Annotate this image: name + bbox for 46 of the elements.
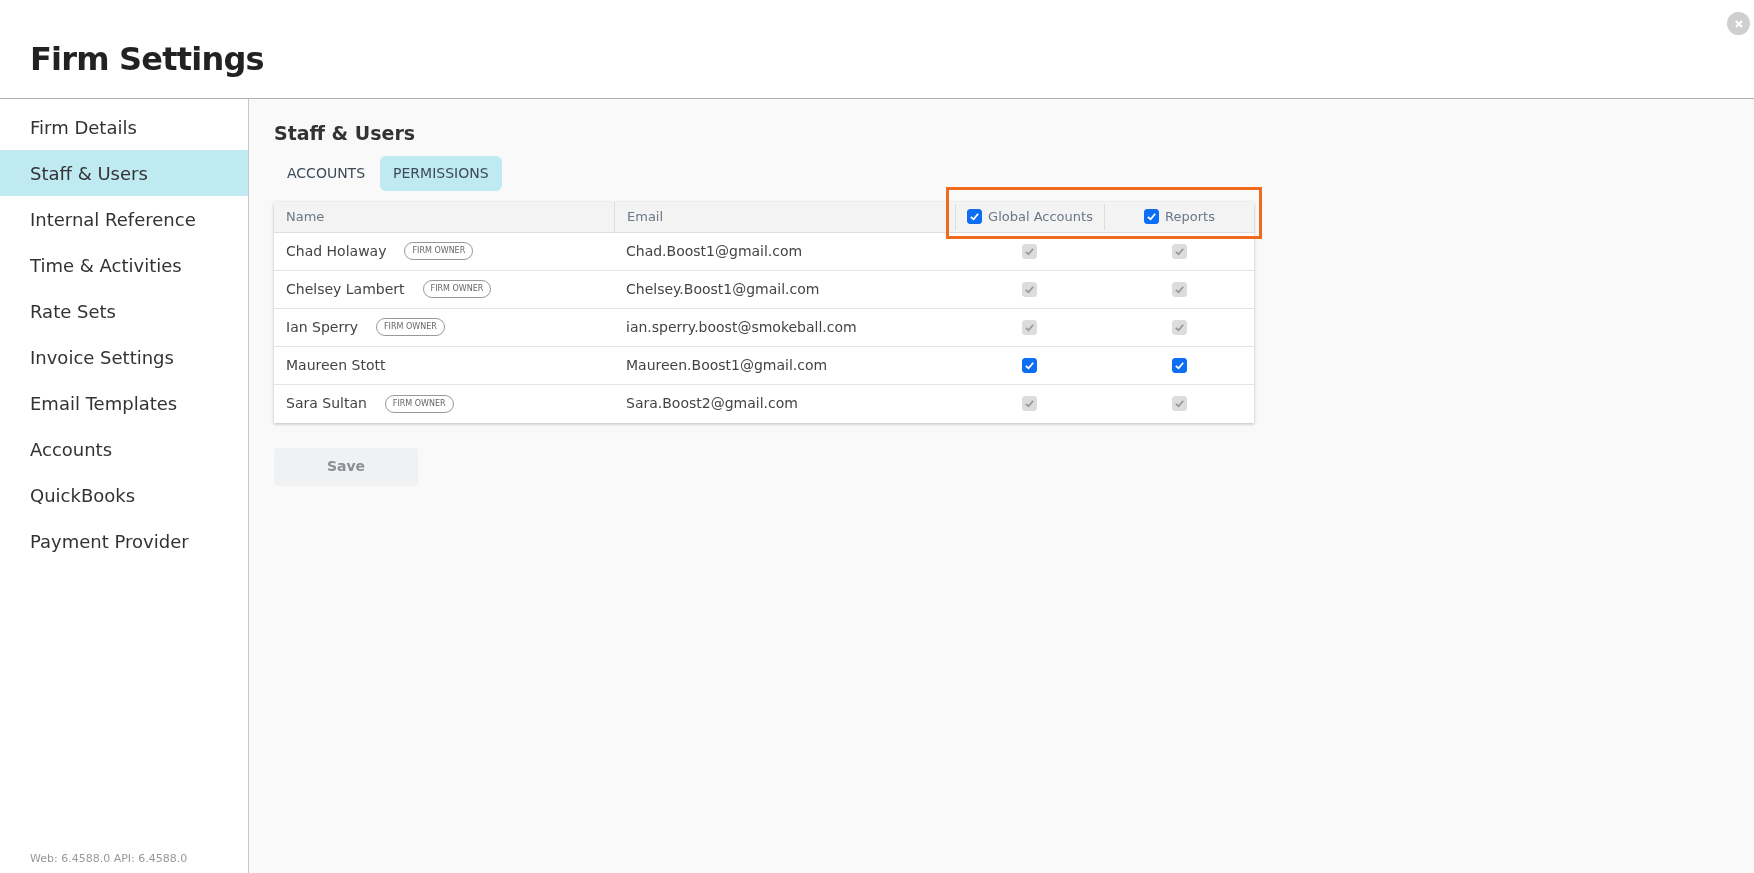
check-icon — [1024, 321, 1035, 333]
table-cell: Chad.Boost1@gmail.com — [626, 242, 803, 259]
check-icon — [1173, 283, 1185, 295]
checkbox[interactable] — [1144, 209, 1160, 224]
sidebar-item[interactable]: Accounts — [0, 426, 248, 472]
column-header: Global Accounts — [988, 207, 1093, 226]
check-icon — [1024, 245, 1035, 257]
check-icon — [1146, 211, 1158, 222]
table-cell: ian.sperry.boost@smokeball.com — [626, 318, 857, 335]
sidebar-item[interactable]: Staff & Users — [0, 150, 248, 196]
table-cell: Chelsey.Boost1@gmail.com — [626, 280, 820, 297]
check-icon — [1024, 283, 1035, 295]
check-icon — [1173, 398, 1185, 409]
sidebar-item[interactable]: Firm Details — [0, 104, 248, 150]
check-icon — [1173, 359, 1185, 371]
version-text: Web: 6.4588.0 API: 6.4588.0 — [29, 850, 189, 867]
tab[interactable]: ACCOUNTS — [274, 155, 379, 191]
window-title: Firm Settings — [30, 39, 264, 80]
table-cell: Maureen.Boost1@gmail.com — [626, 356, 828, 373]
check-icon — [1173, 245, 1185, 257]
check-icon — [1024, 398, 1035, 409]
sidebar-item[interactable]: Time & Activities — [0, 242, 248, 288]
checkbox[interactable] — [967, 209, 983, 224]
table-cell-text: Sara Sultan — [286, 394, 367, 413]
check-icon — [1173, 321, 1185, 333]
tab[interactable]: PERMISSIONS — [380, 155, 502, 191]
check-icon — [1024, 359, 1035, 371]
column-header: Name — [286, 207, 325, 226]
sidebar-item[interactable]: Email Templates — [0, 380, 248, 426]
close-icon[interactable] — [1727, 12, 1750, 35]
sidebar-item[interactable]: Rate Sets — [0, 288, 248, 334]
sidebar-item[interactable]: Internal Reference — [0, 196, 248, 242]
section-title: Staff & Users — [274, 121, 416, 146]
check-icon — [969, 211, 981, 222]
checkbox[interactable] — [1022, 357, 1037, 373]
table-cell-text: Ian Sperry — [286, 317, 358, 337]
sidebar-item[interactable]: Payment Provider — [0, 518, 248, 564]
table-cell-text: Chad Holaway — [286, 241, 387, 261]
column-header: Email — [627, 207, 664, 226]
table-cell: Sara.Boost2@gmail.com — [626, 395, 798, 411]
sidebar-item[interactable]: QuickBooks — [0, 472, 248, 518]
table-cell-text: Chelsey Lambert — [286, 279, 405, 299]
column-header: Reports — [1165, 207, 1215, 226]
table-cell-text: Maureen Stott — [286, 355, 386, 375]
sidebar-item[interactable]: Invoice Settings — [0, 334, 248, 380]
checkbox[interactable] — [1171, 357, 1187, 373]
